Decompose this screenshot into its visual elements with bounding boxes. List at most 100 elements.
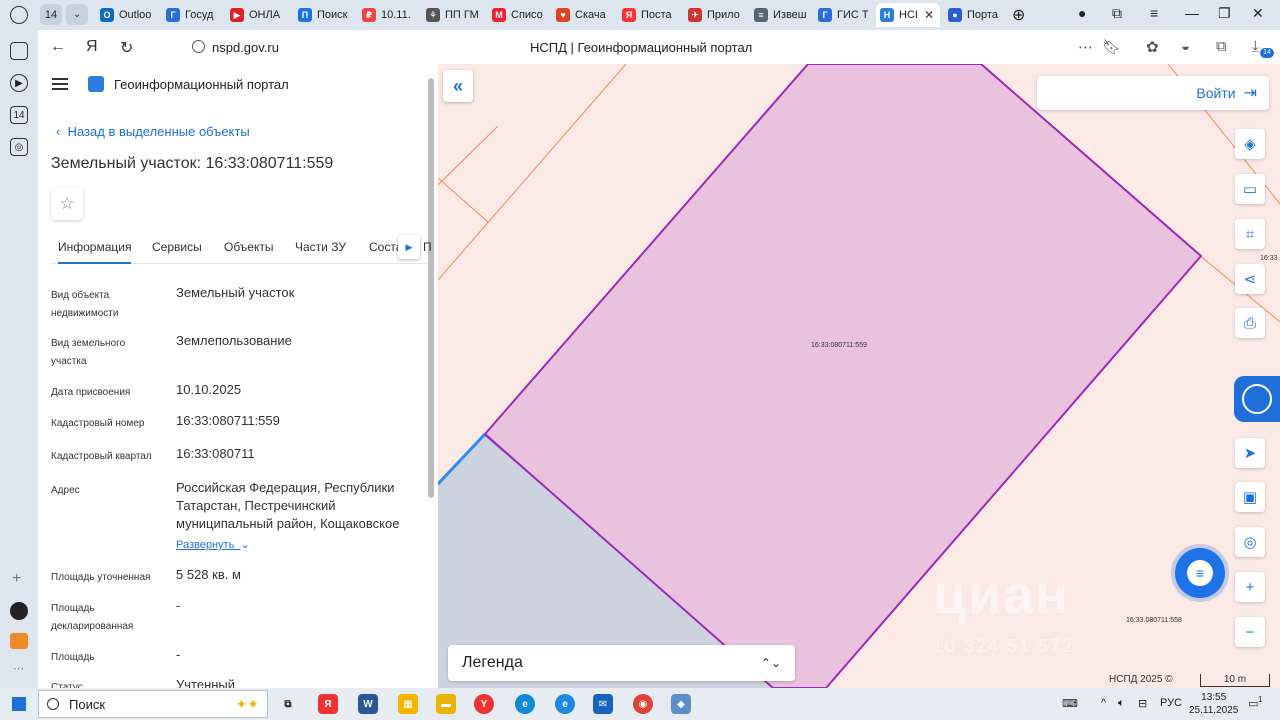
expand-address-link[interactable]: Развернуть ⌄ <box>176 538 250 551</box>
minimap-icon[interactable]: ▣ <box>1235 482 1265 512</box>
browser-tab[interactable]: ● Порта <box>948 3 1006 27</box>
chrome-icon[interactable]: ◉ <box>633 694 653 714</box>
print-icon[interactable]: ⎙ <box>1235 308 1265 338</box>
browser-tab[interactable]: Н НСІ ✕ <box>876 3 940 27</box>
browser-tab[interactable]: M Списо <box>492 3 550 27</box>
back-to-selected-link[interactable]: ‹ Назад в выделенные объекты <box>56 124 250 139</box>
explorer-icon[interactable]: ▬ <box>436 694 456 714</box>
collapse-panel-button[interactable]: « <box>443 70 473 102</box>
edge-icon[interactable]: e <box>515 694 535 714</box>
tab-list-chevron-icon[interactable]: ⌄ <box>66 4 88 25</box>
tab-favicon-icon: O <box>100 8 114 22</box>
row-value: Учтенный <box>176 677 236 688</box>
ie-icon[interactable]: e <box>555 694 575 714</box>
map-area[interactable]: 16:33:080711:559 16:33 16:33.080711:558 … <box>438 64 1280 688</box>
more-icon[interactable]: ⋯ <box>13 662 24 675</box>
tray-chevron-icon[interactable]: ^ <box>1101 697 1106 709</box>
map-canvas[interactable] <box>438 64 1280 688</box>
browser-tab[interactable]: ♥ Скача <box>556 3 614 27</box>
browser-tab[interactable]: ₽10.11. <box>362 3 420 27</box>
zoom-out-button[interactable]: − <box>1235 617 1265 647</box>
keyboard-icon[interactable]: ⌨ <box>1062 697 1078 710</box>
notifications-icon[interactable]: ▭ <box>1248 697 1258 710</box>
browser-tab[interactable]: П Поиск <box>298 3 356 27</box>
browser-tab[interactable]: ✈ Прило <box>688 3 746 27</box>
layers-icon[interactable]: ◈ <box>1235 129 1265 159</box>
back-arrow-icon[interactable]: ← <box>50 38 66 56</box>
tab-next[interactable]: П <box>423 240 432 254</box>
clock[interactable]: 13:55 25.11.2025 <box>1189 691 1238 717</box>
tab-information[interactable]: Информация <box>58 240 132 264</box>
locate-icon[interactable]: ➤ <box>1235 438 1265 468</box>
language-indicator[interactable]: РУС <box>1160 697 1182 709</box>
tab-label: ПП ГМ <box>445 9 479 21</box>
select-area-icon[interactable]: ⌗ <box>1235 219 1265 249</box>
app-icon[interactable]: ◆ <box>671 694 691 714</box>
tab-services[interactable]: Сервисы <box>152 240 202 254</box>
menu-icon[interactable]: ≡ <box>1150 5 1158 21</box>
tabs-icon[interactable] <box>10 42 28 60</box>
mail-icon[interactable] <box>10 633 28 649</box>
site-info-icon[interactable] <box>192 40 205 53</box>
panel-scrollbar[interactable] <box>428 78 434 498</box>
close-window-icon[interactable]: ✕ <box>1252 5 1264 22</box>
hamburger-menu-icon[interactable] <box>52 78 68 90</box>
calendar-icon[interactable]: 14 <box>10 106 28 124</box>
bookmark-icon[interactable]: 🔖︎ <box>1102 38 1121 56</box>
tab-label: Госуд <box>185 9 214 21</box>
task-view-icon[interactable]: ⧉ <box>278 694 298 714</box>
store-icon[interactable]: ▦ <box>398 694 418 714</box>
browser-tab[interactable]: ▶ ОНЛА <box>230 3 288 27</box>
mail-app-icon[interactable]: ✉ <box>593 694 613 714</box>
browser-tab[interactable]: ⚘ ПП ГМ <box>426 3 484 27</box>
favorite-star-icon[interactable]: ☆ <box>51 188 83 220</box>
assistant-button[interactable] <box>1234 376 1280 422</box>
browser-tab[interactable]: Я Поста <box>622 3 680 27</box>
yandex-app-icon[interactable]: Я <box>318 694 338 714</box>
extension-flower-icon[interactable]: ✿ <box>1146 38 1159 56</box>
reload-icon[interactable]: ↻ <box>120 38 133 58</box>
more-dots-icon[interactable]: ⋯ <box>1078 38 1093 56</box>
tab-count-button[interactable]: 14 <box>40 4 62 25</box>
browser-tab[interactable]: Г Госуд <box>166 3 224 27</box>
tab-parts[interactable]: Части ЗУ <box>295 240 346 254</box>
downloads-icon[interactable]: ⤓ <box>1252 38 1259 55</box>
tab-objects[interactable]: Объекты <box>224 240 274 254</box>
chat-widget-button[interactable]: ≡ <box>1175 548 1225 598</box>
network-icon[interactable]: ⊟ <box>1138 697 1147 710</box>
profile-icon[interactable]: ● <box>1078 5 1086 21</box>
collections-icon[interactable]: ⧉ <box>1112 5 1122 22</box>
add-sidebar-icon[interactable]: + <box>12 570 21 588</box>
plot-label-right: 16:33 <box>1260 255 1278 262</box>
maximize-icon[interactable]: ❐ <box>1218 5 1231 22</box>
word-icon[interactable]: W <box>358 694 378 714</box>
legend-label: Легенда <box>462 654 523 671</box>
browser-tab[interactable]: O Outloo <box>100 3 158 27</box>
row-value: 5 528 кв. м <box>176 567 241 582</box>
browser-tab[interactable]: Г ГИС Т <box>818 3 876 27</box>
alice-icon[interactable] <box>10 602 28 620</box>
browser-tab[interactable]: ≡ Извеш <box>754 3 812 27</box>
history-icon[interactable] <box>10 6 28 24</box>
extension-shield-icon[interactable]: ◒ <box>1181 38 1190 55</box>
new-tab-button[interactable]: ⊕ <box>1012 5 1025 25</box>
yandex-browser-icon[interactable]: Y <box>474 694 494 714</box>
legend-dropdown[interactable]: Легенда ⌃⌄ <box>448 645 795 681</box>
yandex-icon[interactable]: Я <box>86 38 98 56</box>
tabs-scroll-right-icon[interactable]: ▶ <box>398 235 420 259</box>
ruler-icon[interactable]: ▭ <box>1235 174 1265 204</box>
extensions-icon[interactable]: ⧉ <box>1216 38 1227 55</box>
screenshot-icon[interactable]: ◎ <box>10 138 28 156</box>
url-field[interactable]: nspd.gov.ru <box>212 40 279 55</box>
zoom-in-button[interactable]: + <box>1235 572 1265 602</box>
share-icon[interactable]: ⋖ <box>1235 264 1265 294</box>
login-button[interactable]: Войти ⇥ <box>1037 76 1269 110</box>
row-label: Площадь уточненная <box>51 572 151 583</box>
windows-start-icon[interactable] <box>12 697 26 711</box>
play-icon[interactable]: ▶ <box>10 74 28 92</box>
minimize-icon[interactable]: — <box>1185 5 1199 21</box>
close-tab-icon[interactable]: ✕ <box>924 8 934 22</box>
geolocation-icon[interactable]: ◎ <box>1235 527 1265 557</box>
volume-icon[interactable]: 🔈︎ <box>1118 697 1125 710</box>
taskbar-search[interactable]: Поиск ✦✦ <box>38 690 268 718</box>
